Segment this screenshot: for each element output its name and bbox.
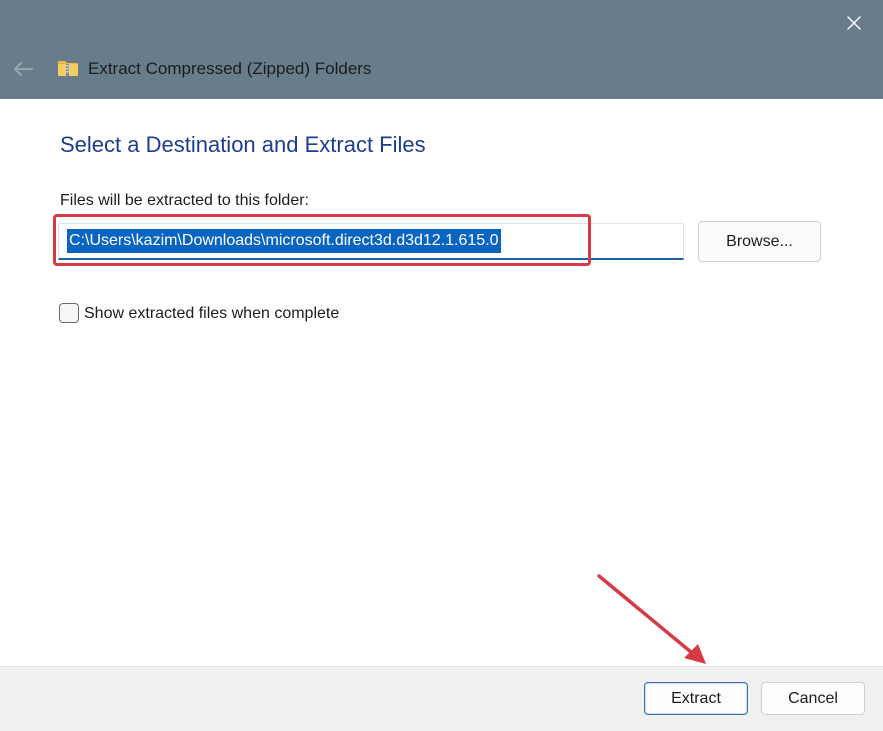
destination-label: Files will be extracted to this folder:: [60, 192, 309, 209]
page-title: Select a Destination and Extract Files: [60, 132, 426, 157]
destination-path-input[interactable]: C:\Users\kazim\Downloads\microsoft.direc…: [58, 223, 684, 260]
back-button[interactable]: [8, 54, 38, 84]
window-title: Extract Compressed (Zipped) Folders: [88, 59, 372, 78]
destination-path-value: C:\Users\kazim\Downloads\microsoft.direc…: [67, 229, 501, 253]
zip-folder-icon: [58, 61, 78, 76]
browse-button[interactable]: Browse...: [698, 221, 821, 262]
dialog-footer: Extract Cancel: [0, 666, 883, 731]
title-bar: Extract Compressed (Zipped) Folders: [0, 0, 883, 99]
show-extracted-files-checkbox[interactable]: [59, 303, 79, 323]
close-icon: [847, 16, 861, 30]
dialog-body: Select a Destination and Extract Files F…: [0, 99, 883, 666]
cancel-button[interactable]: Cancel: [761, 682, 865, 715]
back-arrow-icon: [14, 62, 33, 76]
show-extracted-files-label[interactable]: Show extracted files when complete: [84, 305, 339, 323]
extract-button[interactable]: Extract: [644, 682, 748, 715]
close-button[interactable]: [825, 0, 883, 46]
